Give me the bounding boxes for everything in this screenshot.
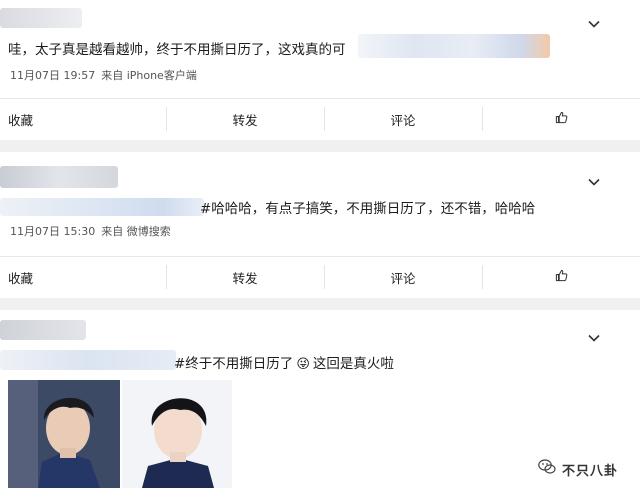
wechat-logo-icon <box>538 459 556 479</box>
post-text: #终于不用撕日历了 😜 这回是真火啦 <box>174 356 394 372</box>
favorite-button[interactable]: 收藏 <box>0 257 166 297</box>
repost-button[interactable]: 转发 <box>166 257 324 297</box>
action-bar: 收藏 转发 评论 <box>0 98 640 139</box>
post-image[interactable] <box>122 380 232 488</box>
thumbs-up-icon <box>555 269 568 285</box>
wink-emoji-icon: 😜 <box>296 357 310 372</box>
like-button[interactable] <box>482 99 640 139</box>
comment-button[interactable]: 评论 <box>324 99 482 139</box>
watermark: 不只八卦 <box>538 459 618 479</box>
action-bar: 收藏 转发 评论 <box>0 256 640 297</box>
post-image[interactable] <box>8 380 120 488</box>
like-button[interactable] <box>482 257 640 297</box>
blurred-username <box>0 8 82 28</box>
post-text: 哇，太子真是越看越帅，终于不用撕日历了，这戏真的可 <box>8 42 346 58</box>
blurred-text <box>358 34 550 58</box>
chevron-down-icon[interactable] <box>588 332 600 344</box>
post-card: #哈哈哈，有点子搞笑，不用撕日历了，还不错，哈哈哈 11月07日 15:30 来自… <box>0 152 640 298</box>
post-date: 11月07日 19:57 <box>10 69 96 82</box>
post-source[interactable]: 来自 iPhone客户端 <box>101 69 197 82</box>
post-meta: 11月07日 19:57 来自 iPhone客户端 <box>10 67 203 83</box>
repost-button[interactable]: 转发 <box>166 99 324 139</box>
thumbs-up-icon <box>555 111 568 127</box>
chevron-down-icon[interactable] <box>588 176 600 188</box>
post-source[interactable]: 来自 微博搜索 <box>101 225 171 238</box>
blurred-username <box>0 320 86 340</box>
blurred-text <box>0 350 176 370</box>
comment-button[interactable]: 评论 <box>324 257 482 297</box>
favorite-button[interactable]: 收藏 <box>0 99 166 139</box>
blurred-username <box>0 166 118 188</box>
blurred-text <box>0 198 204 216</box>
post-meta: 11月07日 15:30 来自 微博搜索 <box>10 223 177 239</box>
post-card: #终于不用撕日历了 😜 这回是真火啦 不只八卦 <box>0 310 640 497</box>
post-text: #哈哈哈，有点子搞笑，不用撕日历了，还不错，哈哈哈 <box>200 201 536 217</box>
post-card: 哇，太子真是越看越帅，终于不用撕日历了，这戏真的可 11月07日 19:57 来自… <box>0 0 640 140</box>
post-date: 11月07日 15:30 <box>10 225 96 238</box>
chevron-down-icon[interactable] <box>588 18 600 30</box>
